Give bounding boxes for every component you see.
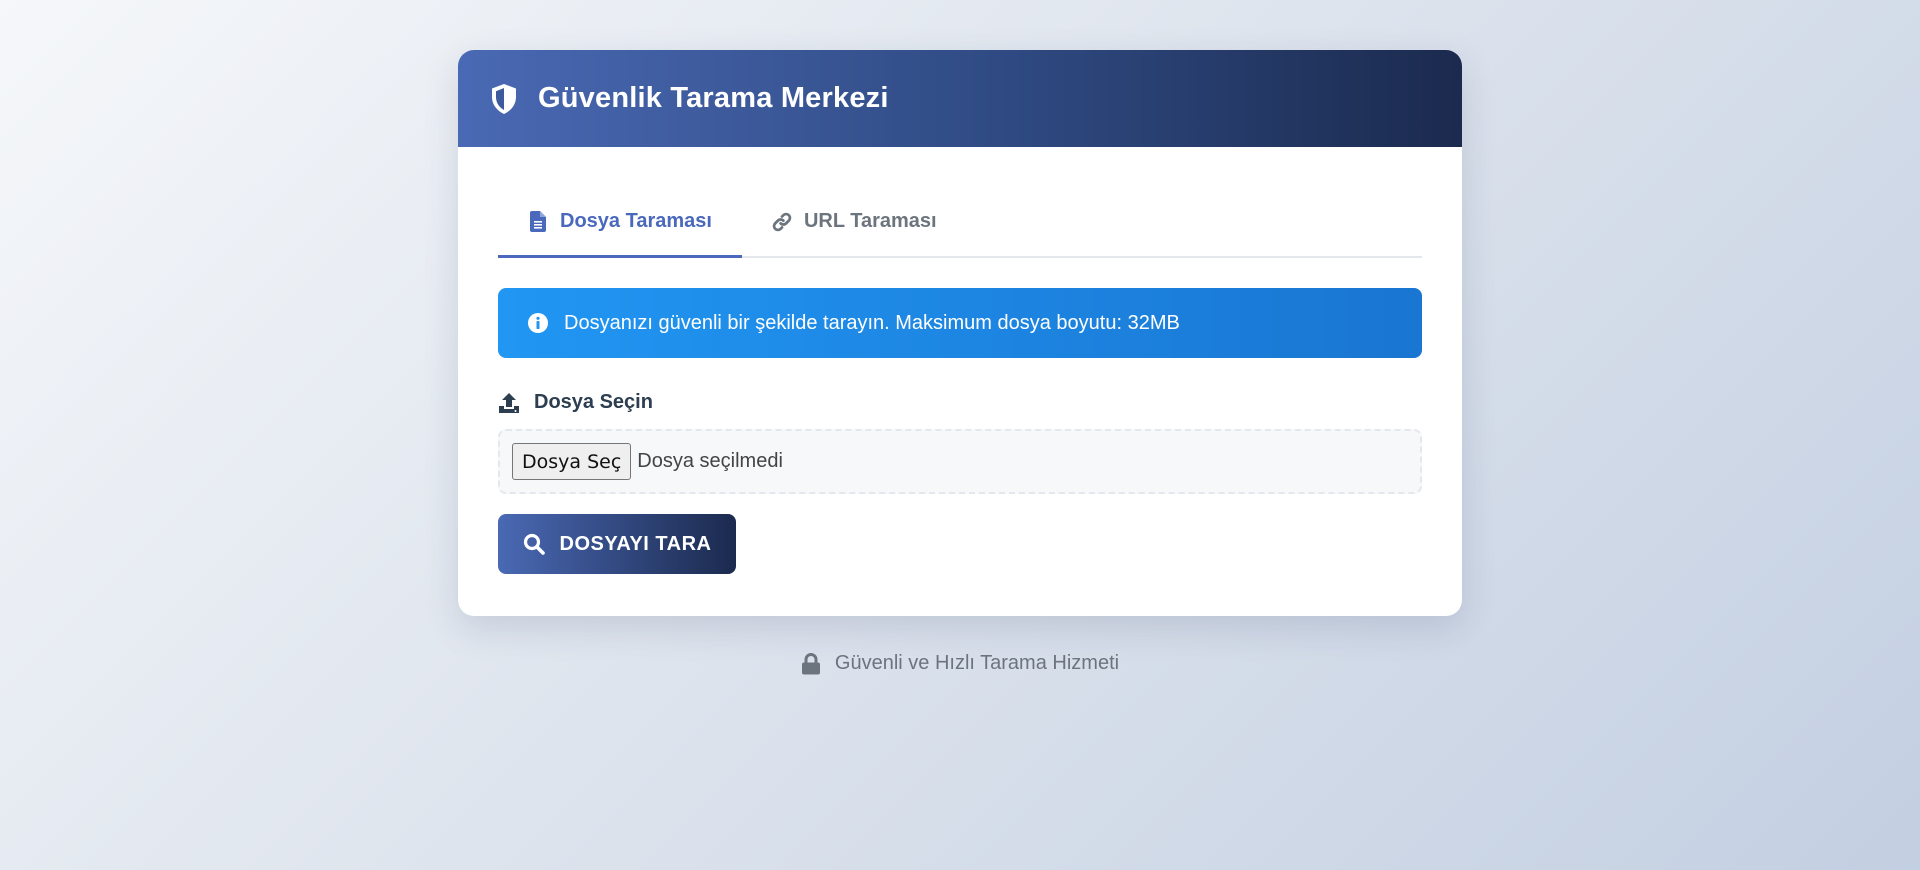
alert-text: Dosyanızı güvenli bir şekilde tarayın. M…	[564, 311, 1180, 334]
shield-icon	[488, 83, 520, 115]
file-status: Dosya seçilmedi	[637, 450, 783, 472]
search-icon	[523, 533, 545, 555]
footer-text: Güvenli ve Hızlı Tarama Hizmeti	[834, 652, 1120, 674]
scan-button-label: DOSYAYI TARA	[559, 532, 712, 555]
tab-url-scan-label: URL Taraması	[803, 210, 937, 232]
file-field-label: Dosya Seçin	[498, 391, 1422, 414]
info-alert: Dosyanızı güvenli bir şekilde tarayın. M…	[498, 288, 1422, 358]
file-icon	[528, 211, 548, 233]
tab-bar: Dosya Taraması URL Taraması	[498, 187, 1422, 258]
info-icon	[527, 312, 549, 334]
scan-file-button[interactable]: DOSYAYI TARA	[498, 514, 736, 574]
tab-url-scan[interactable]: URL Taraması	[742, 187, 967, 256]
lock-icon	[801, 652, 821, 675]
page-title: Güvenlik Tarama Merkezi	[538, 82, 889, 114]
file-input: Dosya Seç Dosya seçilmedi	[498, 429, 1422, 494]
card-header: Güvenlik Tarama Merkezi	[458, 50, 1462, 147]
upload-icon	[498, 392, 520, 414]
footer: Güvenli ve Hızlı Tarama Hizmeti	[0, 652, 1920, 675]
scan-card: Güvenlik Tarama Merkezi Dosya Taraması U…	[458, 50, 1462, 616]
file-field-label-text: Dosya Seçin	[534, 391, 653, 413]
choose-file-button[interactable]: Dosya Seç	[512, 443, 632, 480]
tab-file-scan-label: Dosya Taraması	[560, 210, 712, 232]
tab-file-scan[interactable]: Dosya Taraması	[498, 187, 742, 258]
link-icon	[772, 211, 792, 233]
card-body: Dosya Taraması URL Taraması Dosyanızı gü…	[458, 147, 1462, 574]
